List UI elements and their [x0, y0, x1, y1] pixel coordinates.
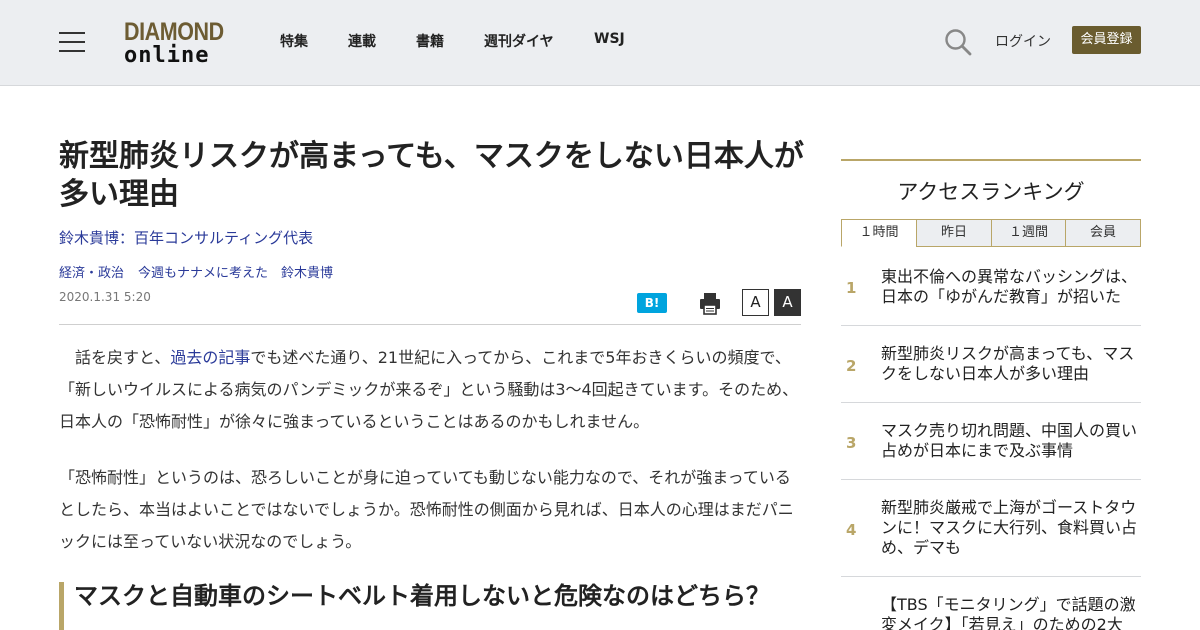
article-title: 新型肺炎リスクが高まっても、マスクをしない日本人が多い理由: [59, 139, 804, 212]
article-subheading: マスクと自動車のシートベルト着用しないと危険なのはどちら？: [59, 582, 801, 630]
ranking-number: 2: [846, 357, 857, 375]
logo-line2: online: [124, 43, 210, 68]
author-link[interactable]: 鈴木貴博：百年コンサルティング代表: [59, 227, 313, 248]
tab-1-week[interactable]: １週間: [991, 219, 1066, 247]
nav-item-series[interactable]: 連載: [348, 31, 376, 51]
ranking-number: 4: [846, 521, 857, 539]
print-icon[interactable]: [697, 290, 723, 316]
ranking-item-5[interactable]: 【TBS「モニタリング」で話題の激変メイク】「若見え」のための2大: [841, 576, 1141, 630]
tag-series[interactable]: 今週もナナメに考えた: [138, 262, 268, 281]
site-header: DIAMOND online 特集 連載 書籍 週刊ダイヤ WSJ ログイン 会…: [0, 0, 1200, 86]
nav-item-feature[interactable]: 特集: [280, 31, 308, 51]
hatena-bookmark-button[interactable]: B!: [637, 293, 667, 313]
ranking-number: 3: [846, 434, 857, 452]
tab-1-hour[interactable]: １時間: [841, 219, 917, 247]
tab-members[interactable]: 会員: [1065, 219, 1141, 247]
ranking-title-text: 新型肺炎リスクが高まっても、マスクをしない日本人が多い理由: [881, 344, 1135, 383]
ranking-item-4[interactable]: 4 新型肺炎厳戒で上海がゴーストタウンに！マスクに大行列、食料買い占め、デマも: [841, 479, 1141, 577]
tag-economy-politics[interactable]: 経済・政治: [59, 262, 124, 281]
article-paragraph-1: 話を戻すと、過去の記事でも述べた通り、21世紀に入ってから、これまで5年おきくら…: [59, 342, 801, 438]
article-paragraph-2: 「恐怖耐性」というのは、恐ろしいことが身に迫っていても動じない能力なので、それが…: [59, 468, 794, 551]
tab-yesterday[interactable]: 昨日: [916, 219, 992, 247]
ranking-number: 1: [846, 279, 857, 297]
ranking-title: アクセスランキング: [897, 180, 1085, 204]
font-size-large-button[interactable]: A: [774, 289, 801, 316]
nav-item-weekly-diamond[interactable]: 週刊ダイヤ: [484, 31, 554, 51]
ranking-title-text: マスク売り切れ問題、中国人の買い占めが日本にまで及ぶ事情: [881, 421, 1138, 460]
tag-author[interactable]: 鈴木貴博: [281, 262, 333, 281]
publish-date: 2020.1.31 5:20: [59, 290, 151, 304]
ranking-item-2[interactable]: 2 新型肺炎リスクが高まっても、マスクをしない日本人が多い理由: [841, 325, 1141, 403]
ranking-title-text: 東出不倫への異常なバッシングは、日本の「ゆがんだ教育」が招いた: [881, 267, 1138, 306]
ranking-item-1[interactable]: 1 東出不倫への異常なバッシングは、日本の「ゆがんだ教育」が招いた: [841, 247, 1141, 326]
font-size-small-button[interactable]: A: [742, 289, 769, 316]
register-button[interactable]: 会員登録: [1072, 26, 1141, 54]
ranking-title-text: 新型肺炎厳戒で上海がゴーストタウンに！マスクに大行列、食料買い占め、デマも: [881, 498, 1138, 557]
ranking-tabs: １時間 昨日 １週間 会員: [841, 219, 1141, 247]
nav-item-books[interactable]: 書籍: [416, 31, 444, 51]
article-divider: [59, 324, 801, 325]
logo-line1: DIAMOND: [124, 18, 224, 46]
ranking-item-3[interactable]: 3 マスク売り切れ問題、中国人の買い占めが日本にまで及ぶ事情: [841, 402, 1141, 480]
search-icon[interactable]: [944, 28, 972, 56]
p1-prefix: 話を戻すと、: [59, 348, 171, 367]
past-article-link[interactable]: 過去の記事: [170, 348, 250, 367]
login-link[interactable]: ログイン: [995, 31, 1051, 51]
ranking-top-border: [841, 159, 1141, 161]
menu-icon[interactable]: [59, 32, 85, 52]
nav-item-wsj[interactable]: WSJ: [594, 31, 625, 47]
site-logo[interactable]: DIAMOND online: [124, 18, 228, 68]
ranking-title-text: 【TBS「モニタリング」で話題の激変メイク】「若見え」のための2大: [881, 595, 1136, 630]
